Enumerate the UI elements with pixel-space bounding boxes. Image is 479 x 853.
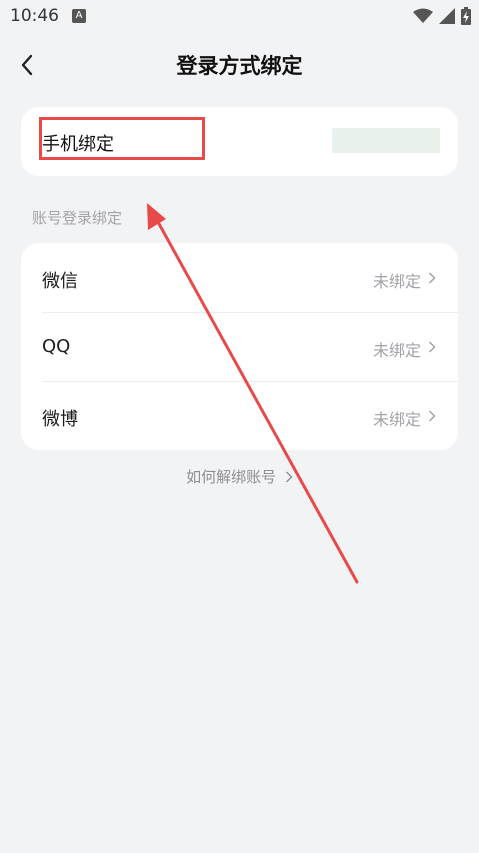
signal-icon: [439, 8, 455, 24]
annotation-highlight-box: [39, 117, 205, 160]
account-status: 未绑定: [372, 341, 421, 360]
unbind-help-link[interactable]: 如何解绑账号: [0, 466, 479, 487]
account-name: 微信: [42, 271, 78, 292]
chevron-right-icon: [285, 471, 293, 482]
help-link-label: 如何解绑账号: [186, 468, 277, 486]
account-row-qq[interactable]: QQ 未绑定: [21, 312, 458, 381]
phone-number-redacted: [332, 128, 440, 153]
account-name: 微博: [42, 409, 78, 430]
wifi-icon: [413, 8, 433, 23]
account-bindings-card: 微信 未绑定 QQ 未绑定 微博 未绑定: [21, 243, 458, 450]
account-row-weibo[interactable]: 微博 未绑定: [21, 381, 458, 450]
account-status: 未绑定: [372, 410, 421, 429]
section-label: 账号登录绑定: [32, 209, 123, 227]
status-time: 10:46: [10, 6, 59, 26]
nav-bar: 登录方式绑定: [0, 40, 479, 90]
battery-icon: [461, 7, 471, 25]
chevron-right-icon: [428, 410, 436, 422]
status-icons: [413, 7, 471, 25]
account-name: QQ: [42, 336, 71, 357]
chevron-right-icon: [428, 341, 436, 353]
page-title: 登录方式绑定: [176, 54, 303, 78]
notification-icon: A: [72, 9, 86, 23]
chevron-right-icon: [428, 272, 436, 284]
status-bar: 10:46 A: [0, 0, 479, 34]
account-status: 未绑定: [372, 272, 421, 291]
account-row-wechat[interactable]: 微信 未绑定: [21, 243, 458, 312]
